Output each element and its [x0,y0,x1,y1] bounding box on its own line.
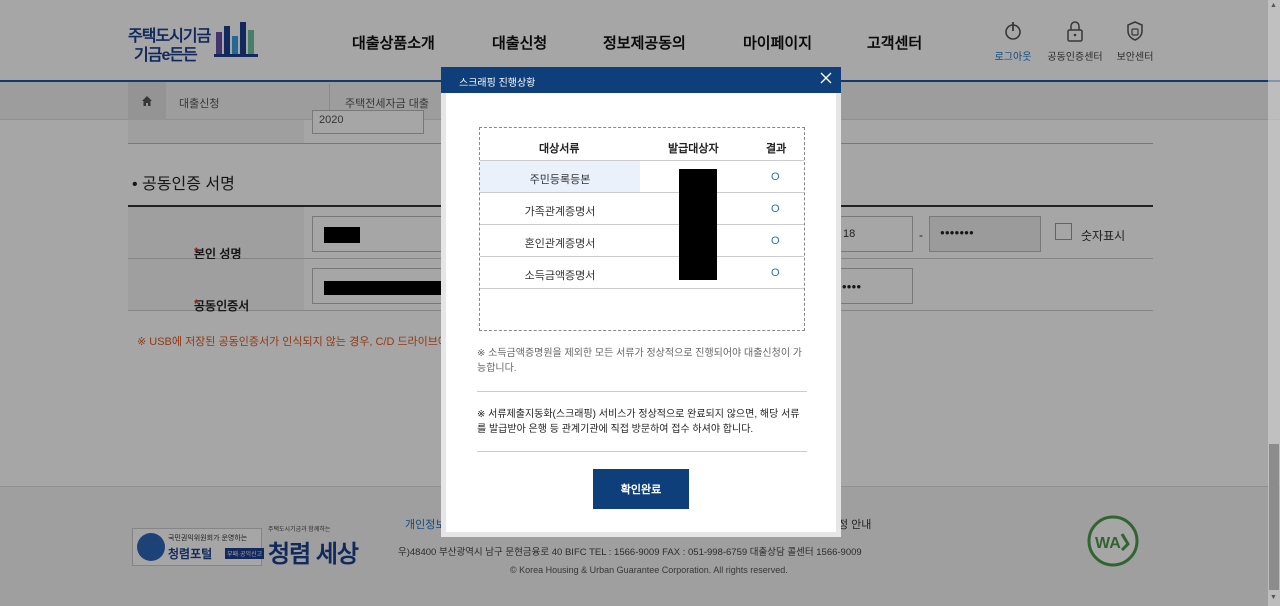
document-cell: 혼인관계증명서 [480,225,640,256]
col-header-document: 대상서류 [539,143,580,155]
result-value: O [771,235,780,247]
modal-header: 스크래핑 진행상황 [441,67,841,93]
table-row: 소득금액증명서 O [480,257,804,289]
result-value: O [771,267,780,279]
table-row: 가족관계증명서 O [480,193,804,225]
document-name: 가족관계증명서 [524,206,596,218]
table-row: 주민등록등본 O [480,161,804,193]
document-name: 주민등록등본 [529,174,591,186]
notice-scraping-failure: ※ 서류제출지동화(스크래핑) 서비스가 정상적으로 완료되지 않으면, 해당 … [477,409,800,435]
document-cell: 소득금액증명서 [480,257,640,288]
scraping-status-table: 대상서류 발급대상자 결과 주민등록등본 O 가족관계증명서 O 혼인관계증명서… [479,127,805,331]
scroll-down-icon[interactable]: ▼ [1270,594,1277,601]
document-name: 혼인관계증명서 [524,238,596,250]
close-icon[interactable] [819,71,833,85]
page-scrollbar[interactable]: ▲ ▼ [1268,0,1280,606]
result-value: O [771,171,780,183]
confirm-button[interactable]: 확인완료 [593,469,689,509]
col-header-subject: 발급대상자 [668,143,719,155]
modal-title: 스크래핑 진행상황 [459,78,536,89]
table-header-row: 대상서류 발급대상자 결과 [480,128,804,161]
scraping-progress-modal: 스크래핑 진행상황 대상서류 발급대상자 결과 주민등록등본 O 가족관계증명서… [441,67,841,537]
table-row: 혼인관계증명서 O [480,225,804,257]
redacted-subject-name [679,169,717,280]
notice-income-cert: ※ 소득금액증명원을 제외한 모든 서류가 정상적으로 진행되어야 대출신청이 … [477,348,803,374]
document-cell: 주민등록등본 [480,161,640,192]
col-header-result: 결과 [766,143,787,155]
document-cell: 가족관계증명서 [480,193,640,224]
document-name: 소득금액증명서 [524,270,596,282]
result-value: O [771,203,780,215]
scrollbar-thumb[interactable] [1269,444,1279,590]
divider [477,391,807,392]
divider [477,451,807,452]
scroll-up-icon[interactable]: ▲ [1270,2,1277,9]
